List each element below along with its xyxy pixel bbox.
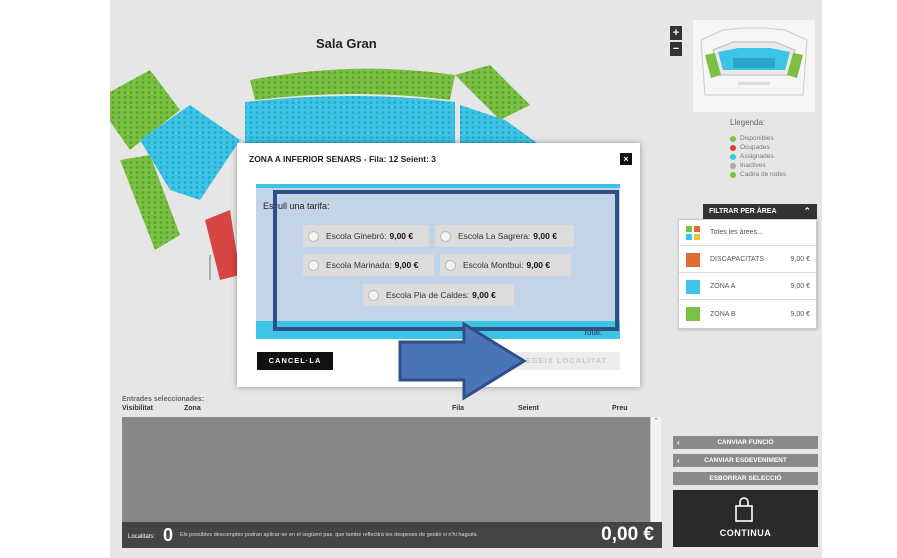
all-areas-icon xyxy=(686,225,700,240)
legend-item-inactives: Inactives xyxy=(730,161,786,170)
column-zona: Zona xyxy=(184,405,201,412)
legend-item-disponibles: Disponibles xyxy=(730,134,786,143)
selected-tickets-title: Entrades seleccionades: xyxy=(122,396,205,403)
chevron-up-icon: ⌃ xyxy=(803,206,811,216)
filter-item-zona-b[interactable]: ZONA B 9,00 € xyxy=(679,301,816,327)
total-price: 0,00 € xyxy=(601,524,654,545)
continue-button[interactable]: CONTINUA xyxy=(673,490,818,547)
occupied-seat-icon xyxy=(730,144,736,151)
change-event-button[interactable]: ‹ CANVIAR ESDEVENIMENT xyxy=(673,454,818,467)
zoom-out-button[interactable]: − xyxy=(670,42,682,56)
inactive-seat-icon xyxy=(730,162,736,169)
column-visibilitat: Visibilitat xyxy=(122,405,153,412)
localitats-label: Localitats: xyxy=(128,534,156,540)
area-color-swatch xyxy=(686,307,700,321)
chevron-left-icon: ‹ xyxy=(677,456,680,465)
column-seient: Seient xyxy=(518,405,540,412)
change-function-button[interactable]: ‹ CANVIAR FUNCIÓ xyxy=(673,436,818,449)
venue-title: Sala Gran xyxy=(316,36,377,51)
close-icon[interactable]: × xyxy=(620,153,632,165)
discount-note: Els possibles descomptes podran aplicar-… xyxy=(180,532,478,538)
column-fila: Fila xyxy=(452,405,465,412)
center-blue-section xyxy=(245,96,455,145)
clear-selection-button[interactable]: ESBORRAR SELECCIÓ xyxy=(673,472,818,485)
zoom-in-button[interactable]: + xyxy=(670,26,682,40)
scrollbar[interactable]: ⌃ xyxy=(650,417,661,522)
selection-table-header: Visibilitat Zona Fila Seient Preu xyxy=(122,405,662,415)
filter-item-zona-a[interactable]: ZONA A 9,00 € xyxy=(679,274,816,300)
chevron-left-icon: ‹ xyxy=(677,438,680,447)
annotation-arrow-icon xyxy=(398,321,527,401)
wheelchair-seat-icon xyxy=(730,171,736,178)
scroll-up-icon[interactable]: ⌃ xyxy=(651,417,661,425)
available-seat-icon xyxy=(730,135,736,142)
totals-footer: Localitats: 0 Els possibles descomptes p… xyxy=(122,522,662,548)
localitats-count: 0 xyxy=(163,525,174,545)
modal-title: ZONA A INFERIOR SENARS - Fila: 12 Seient… xyxy=(249,154,437,164)
legend: Disponibles Ocupades Assignades Inactive… xyxy=(730,134,786,179)
filter-item-all[interactable]: Totes les àrees... xyxy=(679,220,816,246)
filter-area-panel: Totes les àrees... DISCAPACITATS 9,00 € … xyxy=(678,219,817,329)
assigned-seat-icon xyxy=(730,153,736,160)
area-color-swatch xyxy=(686,252,700,267)
cancel-button[interactable]: CANCEL·LA xyxy=(257,352,333,370)
legend-item-ocupades: Ocupades xyxy=(730,143,786,152)
shopping-bag-icon xyxy=(735,497,753,522)
area-color-swatch xyxy=(686,279,700,294)
filter-area-header[interactable]: FILTRAR PER ÀREA ⌃ xyxy=(703,204,817,219)
highlight-frame xyxy=(273,190,619,331)
legend-item-assignades: Assignades xyxy=(730,152,786,161)
selected-tickets-list xyxy=(122,417,650,522)
legend-item-cadira: Cadira de rodes xyxy=(730,170,786,179)
filter-item-discapacitats[interactable]: DISCAPACITATS 9,00 € xyxy=(679,247,816,273)
venue-minimap[interactable] xyxy=(693,20,815,112)
column-preu: Preu xyxy=(612,405,628,412)
legend-title: Llegenda: xyxy=(730,118,766,127)
center-upper-section xyxy=(250,68,455,100)
